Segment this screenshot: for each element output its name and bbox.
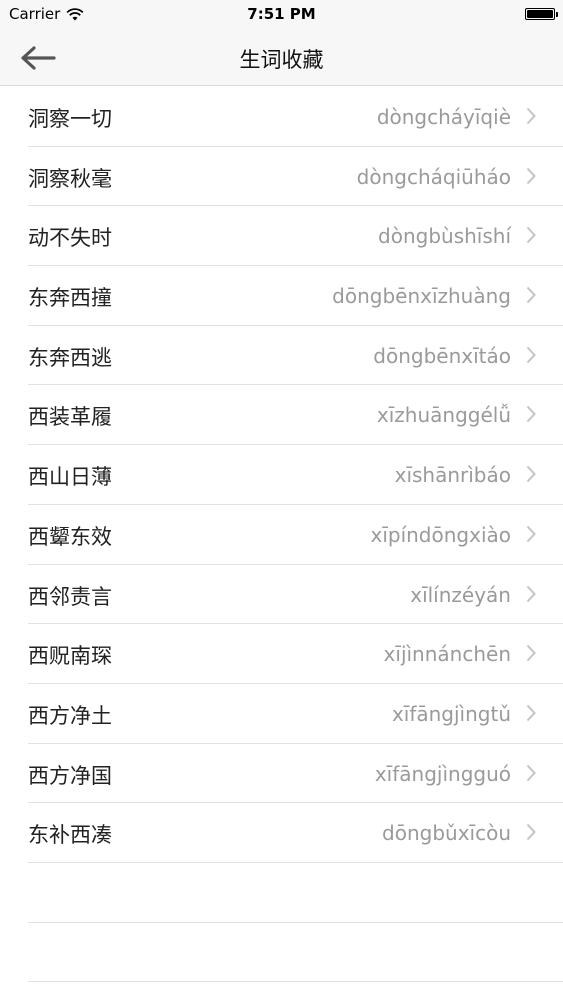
chevron-right-icon — [526, 406, 536, 423]
page-title: 生词收藏 — [239, 48, 324, 72]
word-text: 西方净土 — [28, 703, 112, 728]
empty-list-row — [0, 923, 563, 983]
chevron-right-icon — [526, 167, 536, 184]
empty-list-row — [0, 863, 563, 923]
word-text: 洞察一切 — [28, 107, 112, 131]
chevron-right-icon — [526, 227, 536, 244]
list-item[interactable]: 东奔西撞 dōngbēnxīzhuàng — [0, 266, 563, 326]
list-item[interactable]: 洞察一切 dòngcháyīqiè — [0, 87, 563, 147]
word-text: 西山日薄 — [28, 465, 112, 490]
list-item[interactable]: 西方净国 xīfāngjìngguó — [0, 744, 563, 804]
pinyin-text: xīshānrìbáo — [394, 463, 511, 488]
word-text: 东奔西逃 — [28, 345, 112, 370]
pinyin-text: xīlínzéyán — [410, 582, 511, 607]
chevron-right-icon — [526, 346, 536, 363]
pinyin-text: dōngbǔxīcòu — [382, 821, 511, 846]
chevron-right-icon — [526, 465, 536, 483]
list-item[interactable]: 西邻责言 xīlínzéyán — [0, 565, 563, 625]
pinyin-text: xīpíndōngxiào — [370, 522, 511, 547]
pinyin-text: dōngbēnxītáo — [373, 343, 511, 368]
chevron-right-icon — [526, 525, 536, 542]
status-bar: Carrier 7:51 PM — [0, 0, 563, 30]
word-text: 西方净国 — [28, 763, 112, 788]
pinyin-text: xīfāngjìngtǔ — [391, 701, 511, 726]
chevron-right-icon — [526, 824, 536, 841]
navigation-bar: 生词收藏 — [0, 30, 563, 86]
pinyin-text: dòngbùshīshí — [378, 224, 511, 249]
word-text: 东补西凑 — [28, 823, 112, 848]
chevron-right-icon — [526, 585, 536, 602]
word-text: 西贶南琛 — [28, 644, 112, 669]
list-item[interactable]: 西贶南琛 xījìnnánchēn — [0, 624, 563, 684]
pinyin-text: dòngcháqiūháo — [356, 164, 511, 189]
pinyin-text: dōngbēnxīzhuàng — [332, 284, 511, 309]
status-time: 7:51 PM — [247, 5, 316, 23]
pinyin-text: dòngcháyīqiè — [376, 105, 511, 129]
word-text: 东奔西撞 — [28, 286, 112, 311]
word-text: 西装革履 — [28, 405, 112, 430]
chevron-right-icon — [526, 764, 536, 781]
word-list: 洞察一切 dòngcháyīqiè 洞察秋毫 dòngcháqiūháo 动不失… — [0, 87, 563, 983]
pinyin-text: xījìnnánchēn — [383, 642, 511, 667]
word-text: 洞察秋毫 — [28, 166, 112, 191]
list-item[interactable]: 西颦东效 xīpíndōngxiào — [0, 505, 563, 565]
list-item[interactable]: 东奔西逃 dōngbēnxītáo — [0, 326, 563, 386]
list-item[interactable]: 动不失时 dòngbùshīshí — [0, 206, 563, 266]
chevron-right-icon — [526, 286, 536, 304]
word-text: 动不失时 — [28, 226, 112, 251]
pinyin-text: xīzhuānggélǚ — [376, 403, 511, 428]
chevron-right-icon — [526, 704, 536, 722]
word-text: 西颦东效 — [28, 524, 112, 549]
list-item[interactable]: 西山日薄 xīshānrìbáo — [0, 445, 563, 505]
list-item[interactable]: 洞察秋毫 dòngcháqiūháo — [0, 147, 563, 207]
list-item[interactable]: 西方净土 xīfāngjìngtǔ — [0, 684, 563, 744]
pinyin-text: xīfāngjìngguó — [374, 761, 511, 786]
chevron-right-icon — [526, 645, 536, 662]
list-item[interactable]: 西装革履 xīzhuānggélǚ — [0, 385, 563, 445]
list-item[interactable]: 东补西凑 dōngbǔxīcòu — [0, 803, 563, 863]
chevron-right-icon — [526, 107, 536, 125]
battery-icon — [525, 8, 558, 20]
word-text: 西邻责言 — [28, 584, 112, 609]
